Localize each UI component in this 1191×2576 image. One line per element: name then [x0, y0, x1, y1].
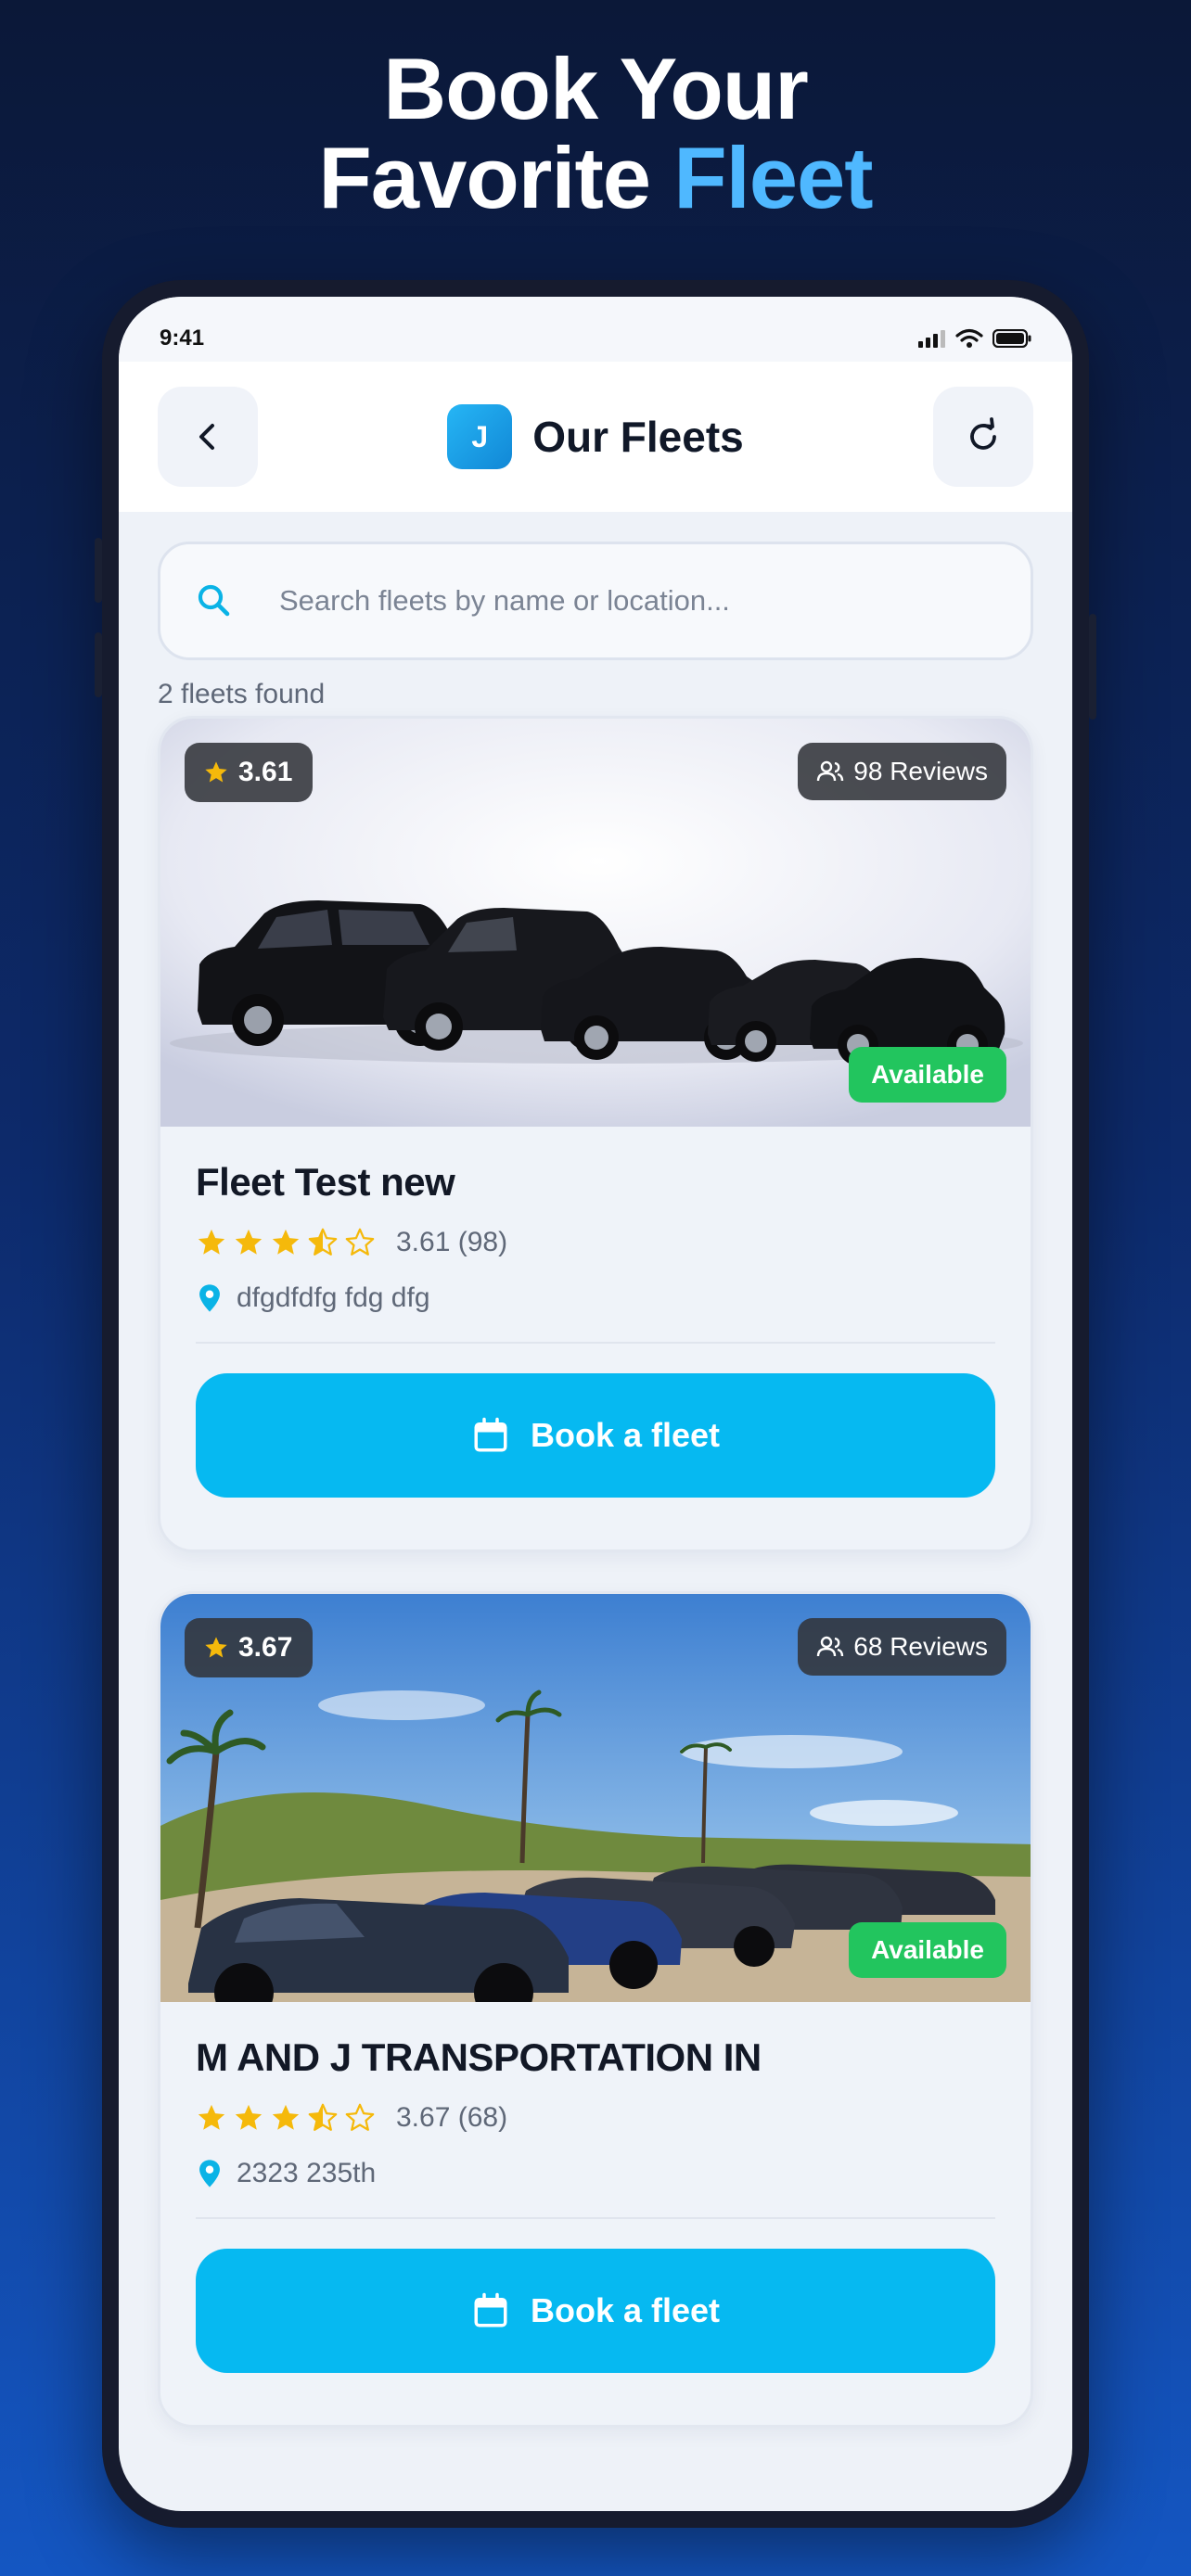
back-button[interactable]: [158, 387, 258, 487]
star-half-icon: [308, 2103, 338, 2131]
users-icon: [817, 760, 844, 782]
rating-text: 3.67 (68): [396, 2102, 508, 2133]
availability-badge: Available: [849, 1047, 1006, 1103]
results-count: 2 fleets found: [158, 679, 326, 709]
reviews-count: 98 Reviews: [853, 757, 988, 785]
reviews-badge: 98 Reviews: [798, 743, 1006, 800]
phone-side-button: [95, 632, 102, 697]
promo-headline: Book Your Favorite Fleet: [0, 45, 1191, 223]
star-icon: [205, 1637, 227, 1658]
refresh-button[interactable]: [932, 387, 1033, 487]
book-fleet-button[interactable]: Book a fleet: [196, 2249, 995, 2373]
reviews-badge: 68 Reviews: [798, 1618, 1006, 1676]
status-bar: 9:41: [119, 297, 1072, 362]
page-title: Our Fleets: [532, 413, 744, 461]
rating-badge-value: 3.61: [238, 757, 293, 787]
book-fleet-label: Book a fleet: [530, 2291, 721, 2329]
fleet-card-body: Fleet Test new 3.61 (98) dfgdfdfg fdg df…: [160, 1127, 1031, 1498]
star-icon: [198, 2104, 225, 2130]
star-half-icon: [308, 1228, 338, 1256]
fleet-card-body: M AND J TRANSPORTATION IN 3.67 (68) 2323…: [160, 2002, 1031, 2373]
location-row: dfgdfdfg fdg dfg: [196, 1282, 995, 1314]
headline-line-1: Book Your: [383, 40, 809, 137]
phone-side-button: [95, 538, 102, 603]
rating-text: 3.61 (98): [396, 1227, 508, 1257]
star-icon: [272, 2104, 300, 2130]
fleet-image: 3.67 68 Reviews Available: [160, 1594, 1031, 2002]
calendar-icon: [474, 1417, 507, 1452]
book-fleet-button[interactable]: Book a fleet: [196, 1373, 995, 1498]
book-fleet-label: Book a fleet: [530, 1416, 721, 1454]
users-icon: [817, 1636, 844, 1657]
app-header: J Our Fleets: [119, 362, 1072, 512]
rating-badge: 3.61: [185, 743, 314, 802]
signal-icon: [918, 330, 945, 348]
app-screen: 9:41 J Our Fleets 2 fleets found: [119, 297, 1072, 2511]
headline-line-2: Favorite Fleet: [0, 134, 1191, 223]
search-icon: [198, 584, 230, 617]
refresh-icon: [970, 417, 996, 450]
star-icon: [198, 1229, 225, 1255]
rating-badge-value: 3.67: [238, 1632, 293, 1663]
star-icon: [205, 761, 227, 783]
search-input[interactable]: [279, 584, 984, 618]
reviews-count: 68 Reviews: [853, 1632, 988, 1661]
app-logo: J: [447, 404, 513, 469]
star-outline-icon: [345, 2103, 375, 2131]
star-rating: 3.67 (68): [196, 2102, 995, 2134]
phone-side-button: [1089, 614, 1096, 720]
phone-frame: 9:41 J Our Fleets 2 fleets found: [95, 280, 1096, 2528]
chevron-left-icon: [199, 424, 214, 450]
fleet-card[interactable]: 3.61 98 Reviews Available Fleet Test new…: [158, 716, 1033, 1552]
location-text: dfgdfdfg fdg dfg: [237, 1282, 430, 1313]
fleet-name: M AND J TRANSPORTATION IN: [196, 2035, 762, 2079]
map-pin-icon: [199, 1284, 220, 1312]
divider: [196, 2217, 995, 2219]
star-icon: [235, 2104, 263, 2130]
fleet-name: Fleet Test new: [196, 1160, 455, 1204]
location-text: 2323 235th: [237, 2158, 377, 2188]
battery-icon: [992, 329, 1031, 348]
star-icon: [235, 1229, 263, 1255]
header-title-group: J Our Fleets: [447, 404, 744, 469]
status-icons: [918, 328, 1031, 349]
status-time: 9:41: [160, 325, 205, 351]
search-bar[interactable]: [158, 542, 1033, 660]
fleet-image: 3.61 98 Reviews Available: [160, 719, 1031, 1127]
headline-accent-word: Fleet: [673, 129, 873, 226]
rating-badge: 3.67: [185, 1618, 314, 1677]
fleet-card[interactable]: 3.67 68 Reviews Available M AND J TRANSP…: [158, 1591, 1033, 2428]
divider: [196, 1342, 995, 1344]
star-rating: 3.61 (98): [196, 1227, 995, 1258]
wifi-icon: [955, 328, 983, 348]
calendar-icon: [474, 2292, 507, 2327]
availability-badge: Available: [849, 1922, 1006, 1978]
headline-line-2-prefix: Favorite: [318, 129, 674, 226]
location-row: 2323 235th: [196, 2158, 995, 2189]
map-pin-icon: [199, 2160, 220, 2187]
star-icon: [272, 1229, 300, 1255]
star-outline-icon: [345, 1228, 375, 1256]
